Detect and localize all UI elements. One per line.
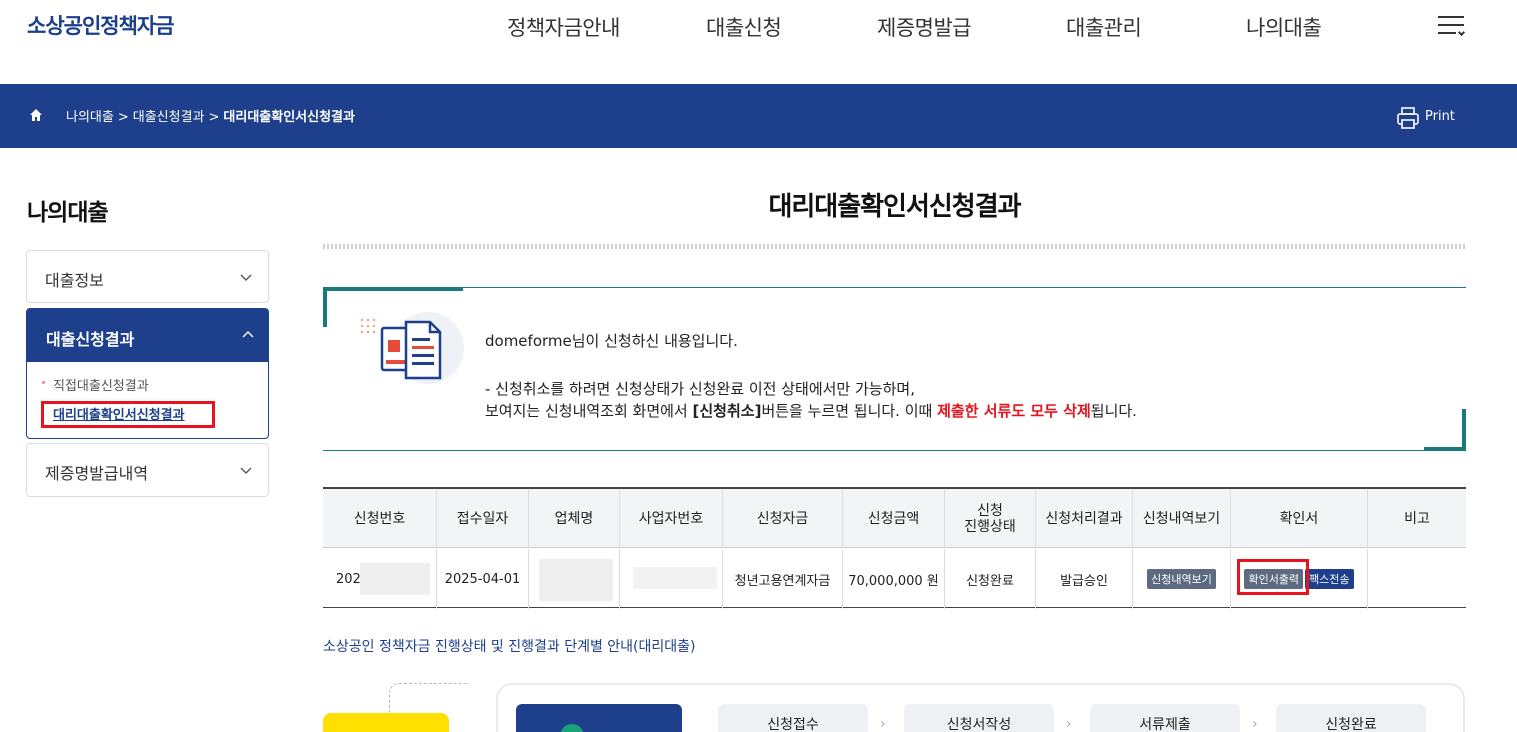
- sidebar-sub-direct-result[interactable]: 직접대출신청결과: [42, 375, 149, 394]
- printer-icon: [1397, 107, 1419, 129]
- nav-my-loan[interactable]: 나의대출: [1246, 12, 1322, 42]
- sidebar-item-label: 대출정보: [45, 271, 104, 290]
- step-form-writing: 신청서작성: [904, 704, 1054, 732]
- th-date: 접수일자: [437, 489, 529, 548]
- home-icon[interactable]: [29, 108, 43, 122]
- chevron-down-icon: [240, 467, 252, 474]
- th-result: 신청처리결과: [1036, 489, 1133, 548]
- breadcrumb-separator: >: [117, 110, 129, 125]
- chevron-down-icon: [240, 274, 252, 281]
- th-status: 신청 진행상태: [945, 489, 1036, 548]
- td-status: 신청완료: [945, 549, 1036, 609]
- nav-loan-management[interactable]: 대출관리: [1066, 12, 1142, 42]
- notice-greeting: domeforme님이 신청하신 내용입니다.: [485, 332, 738, 350]
- td-view: 신청내역보기: [1133, 549, 1231, 609]
- sidebar-item-loan-info[interactable]: 대출정보: [26, 250, 269, 303]
- print-label: Print: [1425, 109, 1455, 124]
- breadcrumb-separator: >: [208, 110, 220, 125]
- highlight-box: [1237, 559, 1309, 595]
- nav-loan-application[interactable]: 대출신청: [706, 12, 782, 42]
- sidebar-sub-label: 직접대출신청결과: [53, 379, 149, 394]
- breadcrumb: 나의대출 > 대출신청결과 > 대리대출확인서신청결과: [66, 106, 355, 125]
- guide-start-box: [323, 713, 449, 732]
- nav-certificate-issue[interactable]: 제증명발급: [877, 12, 972, 42]
- sidebar-item-loan-result-header[interactable]: 대출신청결과: [27, 309, 268, 362]
- step-document-submit: 서류제출: [1090, 704, 1240, 732]
- sidebar-item-label: 대출신청결과: [46, 330, 135, 349]
- td-note: [1368, 549, 1466, 609]
- masked-value: [539, 559, 613, 601]
- notice-cancel-instruction: 보여지는 신청내역조회 화면에서 [신청취소]버튼을 누르면 됩니다. 이때 제…: [485, 402, 1137, 420]
- site-logo[interactable]: 소상공인정책자금: [27, 10, 175, 40]
- th-app-no: 신청번호: [323, 489, 437, 548]
- masked-value: [633, 567, 717, 589]
- breadcrumb-current: 대리대출확인서신청결과: [223, 110, 355, 125]
- document-icon: [360, 312, 464, 384]
- breadcrumb-bar: 나의대출 > 대출신청결과 > 대리대출확인서신청결과 Print: [0, 84, 1517, 148]
- th-amount: 신청금액: [843, 489, 945, 548]
- title-divider: [323, 244, 1466, 249]
- site-header: 소상공인정책자금 정책자금안내 대출신청 제증명발급 대출관리 나의대출: [0, 0, 1517, 84]
- sidebar-title: 나의대출: [27, 200, 109, 226]
- chevron-right-icon: ›: [880, 716, 886, 732]
- step-complete: 신청완료: [1276, 704, 1426, 732]
- breadcrumb-my-loan[interactable]: 나의대출: [66, 106, 114, 125]
- chevron-up-icon: [242, 331, 254, 338]
- nav-policy-fund-info[interactable]: 정책자금안내: [507, 12, 620, 42]
- notice-cancel-condition: - 신청취소를 하려면 신청상태가 신청완료 이전 상태에서만 가능하며,: [485, 380, 915, 398]
- th-biz-no: 사업자번호: [620, 489, 723, 548]
- masked-value: [360, 563, 430, 595]
- th-view: 신청내역보기: [1133, 489, 1231, 548]
- th-confirmation: 확인서: [1231, 489, 1368, 548]
- td-amount: 70,000,000 원: [843, 549, 945, 609]
- th-note: 비고: [1404, 510, 1430, 527]
- th-fund: 신청자금: [723, 489, 843, 548]
- hamburger-menu-icon[interactable]: [1438, 16, 1466, 37]
- fax-send-button[interactable]: 팩스전송: [1305, 569, 1354, 589]
- notice-box: domeforme님이 신청하신 내용입니다. - 신청취소를 하려면 신청상태…: [323, 287, 1466, 451]
- bullet-dot: [42, 381, 45, 384]
- breadcrumb-loan-result[interactable]: 대출신청결과: [133, 106, 205, 125]
- td-fund: 청년고용연계자금: [723, 549, 843, 609]
- step-received: 신청접수: [718, 704, 868, 732]
- step-current-box: [516, 704, 682, 732]
- view-application-button[interactable]: 신청내역보기: [1147, 569, 1216, 589]
- td-date: 2025-04-01: [437, 549, 529, 609]
- highlight-box: [41, 401, 215, 428]
- td-result: 발급승인: [1036, 549, 1133, 609]
- sidebar-item-certificate-history[interactable]: 제증명발급내역: [26, 443, 269, 497]
- chevron-right-icon: ›: [1252, 716, 1258, 732]
- chevron-right-icon: ›: [1066, 716, 1072, 732]
- page-title: 대리대출확인서신청결과: [768, 192, 1021, 222]
- guide-title: 소상공인 정책자금 진행상태 및 진행결과 단계별 안내(대리대출): [323, 639, 696, 655]
- sidebar-item-label: 제증명발급내역: [45, 464, 149, 483]
- th-company: 업체명: [529, 489, 620, 548]
